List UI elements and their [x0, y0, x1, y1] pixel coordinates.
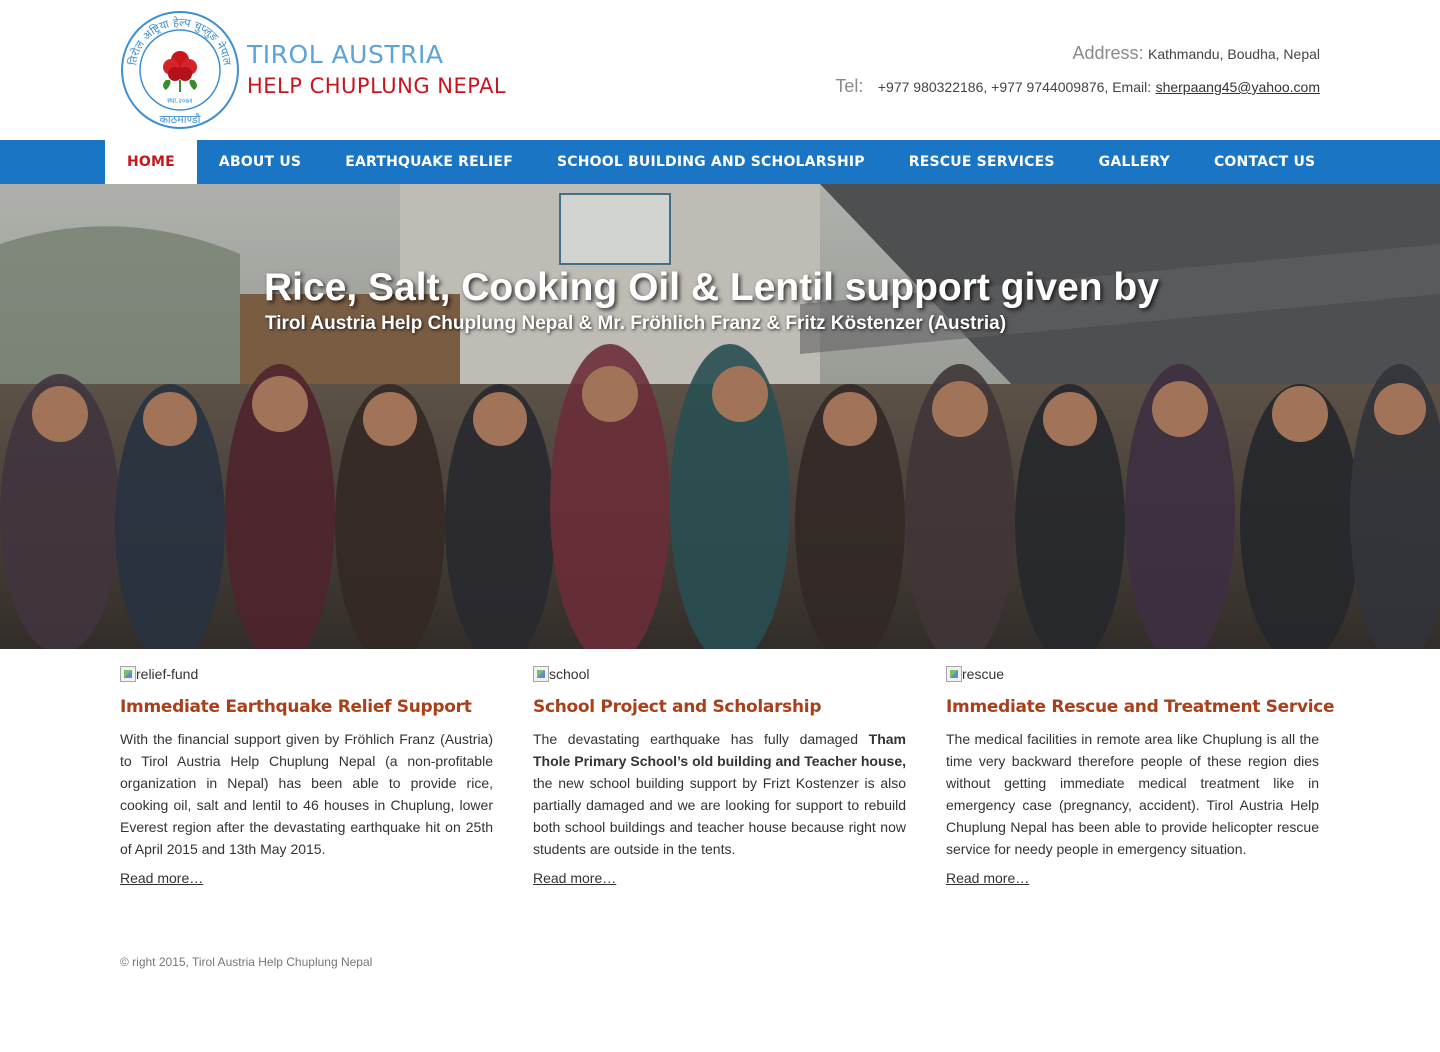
broken-image-icon: [946, 666, 962, 682]
image-alt-text: school: [549, 666, 590, 682]
broken-image-icon: [533, 666, 549, 682]
email-link[interactable]: sherpaang45@yahoo.com: [1156, 79, 1320, 95]
logo-subtitle: HELP CHUPLUNG NEPAL: [247, 74, 507, 98]
school-image[interactable]: school: [533, 663, 589, 685]
contact-info: Address: Kathmandu, Boudha, Nepal Tel: +…: [835, 40, 1320, 106]
feature-earthquake-relief: relief-fund Immediate Earthquake Relief …: [120, 663, 493, 888]
image-alt-text: rescue: [962, 666, 1005, 682]
nav-item-contact-us[interactable]: CONTACT US: [1192, 140, 1337, 184]
organization-seal-icon: तिरोल अष्ट्रिया हेल्प चुप्लुङ नेपाल काठम…: [121, 11, 239, 129]
feature-title[interactable]: Immediate Earthquake Relief Support: [120, 697, 493, 717]
nav-item-gallery[interactable]: GALLERY: [1077, 140, 1192, 184]
main-navigation: HOME ABOUT US EARTHQUAKE RELIEF SCHOOL B…: [0, 140, 1440, 184]
nav-item-rescue-services[interactable]: RESCUE SERVICES: [887, 140, 1077, 184]
rescue-image[interactable]: rescue: [946, 663, 1004, 685]
feature-rescue-service: rescue Immediate Rescue and Treatment Se…: [946, 663, 1335, 888]
nav-item-school-building[interactable]: SCHOOL BUILDING AND SCHOLARSHIP: [535, 140, 887, 184]
feature-text: The medical facilities in remote area li…: [946, 731, 1319, 857]
phone-row: Tel: +977 980322186, +977 9744009876, Em…: [835, 73, 1320, 106]
read-more-link[interactable]: Read more…: [120, 870, 203, 886]
nav-item-about-us[interactable]: ABOUT US: [197, 140, 323, 184]
nav-item-earthquake-relief[interactable]: EARTHQUAKE RELIEF: [323, 140, 535, 184]
relief-fund-image[interactable]: relief-fund: [120, 663, 198, 685]
broken-image-icon: [120, 666, 136, 682]
hero-banner: Rice, Salt, Cooking Oil & Lentil support…: [0, 184, 1440, 649]
read-more-link[interactable]: Read more…: [533, 870, 616, 886]
seal-year: स्था.२०७१: [167, 97, 193, 105]
footer-copyright: © right 2015, Tirol Austria Help Chuplun…: [120, 955, 373, 969]
seal-city: काठमाण्डौ: [159, 113, 200, 126]
hero-title: Rice, Salt, Cooking Oil & Lentil support…: [264, 266, 1159, 309]
read-more-link[interactable]: Read more…: [946, 870, 1029, 886]
site-header: तिरोल अष्ट्रिया हेल्प चुप्लुङ नेपाल काठम…: [0, 0, 1440, 140]
hero-subtitle: Tirol Austria Help Chuplung Nepal & Mr. …: [265, 313, 1007, 334]
nav-item-home[interactable]: HOME: [105, 140, 197, 184]
image-alt-text: relief-fund: [136, 666, 199, 682]
feature-text: With the financial support given by Fröh…: [120, 731, 493, 857]
address-label: Address:: [1072, 43, 1144, 63]
tel-label: Tel:: [835, 76, 864, 96]
site-logo[interactable]: तिरोल अष्ट्रिया हेल्प चुप्लुङ नेपाल काठम…: [120, 10, 506, 130]
feature-school-project: school School Project and Scholarship Th…: [533, 663, 906, 888]
address-row: Address: Kathmandu, Boudha, Nepal: [835, 40, 1320, 73]
feature-title[interactable]: Immediate Rescue and Treatment Service: [946, 697, 1335, 717]
logo-title: TIROL AUSTRIA: [247, 40, 444, 69]
feature-text: The devastating earthquake has fully dam…: [533, 731, 906, 857]
tel-value: +977 980322186, +977 9744009876, Email:: [877, 79, 1152, 95]
address-value: Kathmandu, Boudha, Nepal: [1147, 46, 1320, 62]
feature-title[interactable]: School Project and Scholarship: [533, 697, 906, 717]
hero-photo-villagers: [0, 184, 1440, 649]
